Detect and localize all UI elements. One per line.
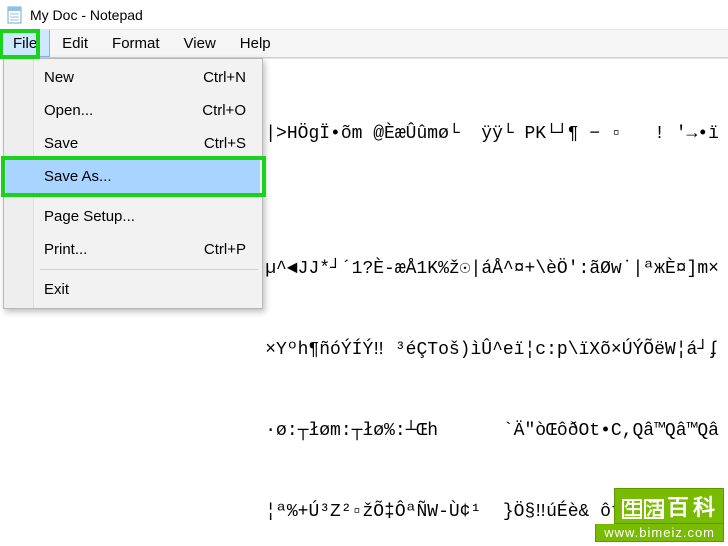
menu-item-save-as[interactable]: Save As...: [6, 160, 260, 193]
menu-item-shortcut: Ctrl+P: [204, 241, 252, 258]
menu-item-print[interactable]: Print... Ctrl+P: [6, 233, 260, 266]
notepad-icon: [6, 5, 24, 25]
watermark-title: 生活百科: [614, 488, 724, 524]
content-line: ×Yºh¶ñóÝÍÝ‼ ³éÇToš)ìÛ^eï¦c:p\ïXõ×ÚÝÕëW¦á…: [6, 337, 722, 364]
menu-item-save[interactable]: Save Ctrl+S: [6, 127, 260, 160]
content-line: ·ø:┬łøm:┬łø%:┴Œh `Ä"òŒôðOt•C,Qâ™Qâ™Qâ: [6, 418, 722, 445]
menu-help[interactable]: Help: [228, 30, 283, 57]
menu-item-label: Exit: [44, 281, 69, 298]
menu-file[interactable]: File: [0, 30, 50, 57]
watermark-url: www.bimeiz.com: [595, 524, 724, 542]
menu-separator: [40, 269, 258, 270]
menu-item-open[interactable]: Open... Ctrl+O: [6, 94, 260, 127]
title-bar: My Doc - Notepad: [0, 0, 728, 30]
menu-view[interactable]: View: [172, 30, 228, 57]
menu-item-shortcut: Ctrl+O: [202, 102, 252, 119]
watermark: 生活百科 www.bimeiz.com: [595, 488, 724, 542]
menu-edit[interactable]: Edit: [50, 30, 100, 57]
menu-item-new[interactable]: New Ctrl+N: [6, 61, 260, 94]
menu-format[interactable]: Format: [100, 30, 172, 57]
menu-item-label: Open...: [44, 102, 93, 119]
menu-item-page-setup[interactable]: Page Setup...: [6, 200, 260, 233]
menu-item-label: New: [44, 69, 74, 86]
menu-item-label: Print...: [44, 241, 87, 258]
menu-item-label: Save As...: [44, 168, 112, 185]
menu-item-shortcut: Ctrl+N: [203, 69, 252, 86]
file-menu-dropdown: New Ctrl+N Open... Ctrl+O Save Ctrl+S Sa…: [3, 58, 263, 309]
window-title: My Doc - Notepad: [30, 7, 143, 23]
menu-item-shortcut: Ctrl+S: [204, 135, 252, 152]
menu-item-label: Save: [44, 135, 78, 152]
menu-item-label: Page Setup...: [44, 208, 135, 225]
menu-item-exit[interactable]: Exit: [6, 273, 260, 306]
menu-bar: File Edit Format View Help: [0, 30, 728, 58]
menu-separator: [40, 196, 258, 197]
